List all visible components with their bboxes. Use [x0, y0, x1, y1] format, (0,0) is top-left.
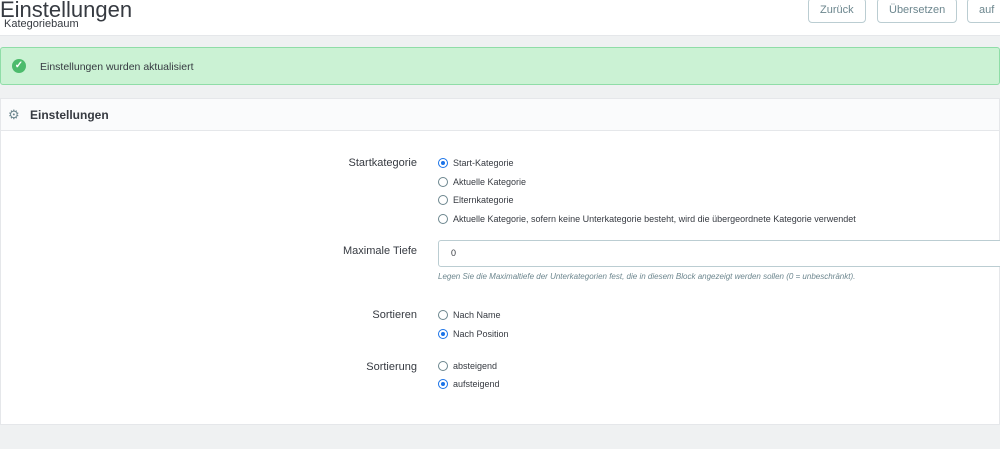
- sort-label: Sortieren: [372, 309, 417, 321]
- page-header: Einstellungen Kategoriebaum Zurück Übers…: [0, 0, 1000, 36]
- radio-sort-name[interactable]: Nach Name: [438, 310, 501, 320]
- option-label: Nach Name: [453, 310, 501, 320]
- auf-button[interactable]: auf: [967, 0, 1000, 23]
- translate-button[interactable]: Übersetzen: [877, 0, 958, 23]
- radio-unchecked[interactable]: [438, 214, 448, 224]
- cogs-icon: ⚙: [8, 107, 20, 122]
- option-label: Aktuelle Kategorie: [453, 177, 527, 187]
- max-depth-help: Legen Sie die Maximaltiefe der Unterkate…: [438, 272, 856, 281]
- option-label: Start-Kategorie: [453, 158, 514, 168]
- radio-unchecked[interactable]: [438, 361, 448, 371]
- option-label: aufsteigend: [453, 379, 500, 389]
- radio-unchecked[interactable]: [438, 177, 448, 187]
- start-category-label: Startkategorie: [348, 157, 417, 169]
- option-label: Nach Position: [453, 329, 509, 339]
- radio-current-category[interactable]: Aktuelle Kategorie: [438, 177, 526, 187]
- panel-title: Einstellungen: [30, 108, 109, 122]
- order-label: Sortierung: [366, 361, 417, 373]
- radio-unchecked[interactable]: [438, 310, 448, 320]
- success-alert: ✓ Einstellungen wurden aktualisiert: [0, 47, 1000, 85]
- radio-checked[interactable]: [438, 379, 448, 389]
- radio-parent-category[interactable]: Elternkategorie: [438, 195, 514, 205]
- page-subtitle: Kategoriebaum: [4, 18, 79, 30]
- radio-order-asc[interactable]: aufsteigend: [438, 379, 500, 389]
- radio-checked[interactable]: [438, 329, 448, 339]
- panel-header: ⚙ Einstellungen: [1, 99, 999, 131]
- alert-message: Einstellungen wurden aktualisiert: [40, 61, 194, 73]
- radio-order-desc[interactable]: absteigend: [438, 361, 497, 371]
- radio-sort-position[interactable]: Nach Position: [438, 329, 509, 339]
- option-label: Aktuelle Kategorie, sofern keine Unterka…: [453, 214, 856, 224]
- option-label: absteigend: [453, 361, 498, 371]
- option-label: Elternkategorie: [453, 195, 514, 205]
- radio-unchecked[interactable]: [438, 195, 448, 205]
- max-depth-label: Maximale Tiefe: [343, 245, 417, 257]
- back-button[interactable]: Zurück: [808, 0, 866, 23]
- radio-current-or-parent[interactable]: Aktuelle Kategorie, sofern keine Unterka…: [438, 214, 856, 224]
- radio-checked[interactable]: [438, 158, 448, 168]
- max-depth-input[interactable]: 0: [438, 240, 1000, 267]
- radio-start-category[interactable]: Start-Kategorie: [438, 158, 514, 168]
- check-circle-icon: ✓: [12, 59, 26, 73]
